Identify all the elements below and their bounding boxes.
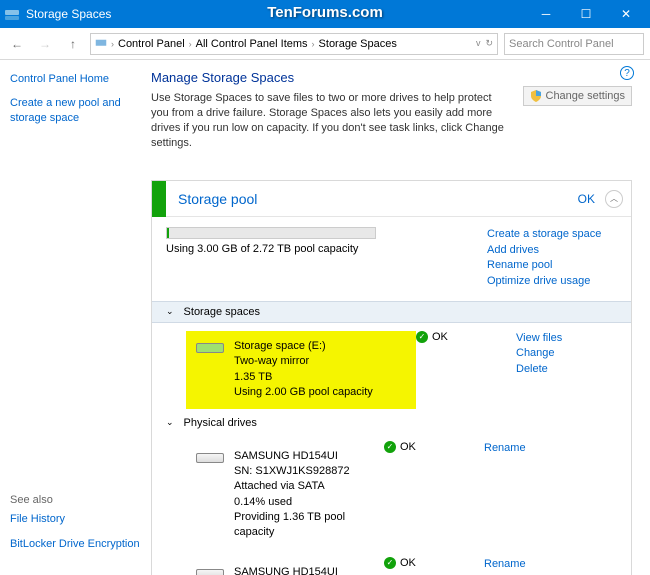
pool-status-stripe [152,181,166,217]
pool-status: OK [578,192,595,206]
drive-name: SAMSUNG HD154UI [234,449,384,464]
page-heading: Manage Storage Spaces [151,70,632,85]
pool-usage-text: Using 3.00 GB of 2.72 TB pool capacity [166,243,376,255]
forward-button[interactable]: → [34,33,56,55]
collapse-button[interactable]: ︿ [605,190,623,208]
see-also-heading: See also [10,494,140,506]
navbar: ← → ↑ › Control Panel › All Control Pane… [0,28,650,60]
breadcrumb-item[interactable]: Control Panel [118,38,185,50]
status-ok: ✓ OK [416,331,476,343]
pool-usage-bar [166,227,376,239]
sidebar-file-history-link[interactable]: File History [10,512,140,526]
physical-drives-section[interactable]: ⌄ Physical drives [152,413,631,433]
drive-attach: Attached via SATA [234,479,384,494]
optimize-link[interactable]: Optimize drive usage [487,274,617,289]
status-ok: ✓ OK [384,557,444,569]
space-type: Two-way mirror [234,354,384,369]
rename-pool-link[interactable]: Rename pool [487,258,617,273]
chevron-down-icon: ⌄ [166,417,174,428]
breadcrumb-item[interactable]: All Control Panel Items [196,38,308,50]
minimize-button[interactable]: ─ [526,0,566,28]
space-name: Storage space (E:) [234,339,384,354]
maximize-button[interactable]: ☐ [566,0,606,28]
chevron-right-icon: › [111,39,114,49]
drive-used: 0.14% used [234,495,384,510]
rename-drive-link[interactable]: Rename [484,557,526,572]
back-button[interactable]: ← [6,33,28,55]
app-icon [4,6,20,22]
sidebar-bitlocker-link[interactable]: BitLocker Drive Encryption [10,537,140,551]
add-drives-link[interactable]: Add drives [487,243,617,258]
breadcrumb-item[interactable]: Storage Spaces [319,38,397,50]
drive-sn: SN: S1XWJ1KS928872 [234,464,384,479]
drive-icon [196,569,224,575]
shield-icon [530,90,542,102]
main-content: ? Manage Storage Spaces Use Storage Spac… [145,60,650,575]
check-icon: ✓ [384,441,396,453]
breadcrumb[interactable]: › Control Panel › All Control Panel Item… [90,33,498,55]
status-ok: ✓ OK [384,441,444,453]
search-input[interactable]: Search Control Panel [504,33,644,55]
pool-header: Storage pool OK ︿ [152,181,631,217]
check-icon: ✓ [416,331,428,343]
chevron-down-icon[interactable]: v ↻ [472,38,493,49]
check-icon: ✓ [384,557,396,569]
rename-drive-link[interactable]: Rename [484,441,526,456]
storage-pool-panel: Storage pool OK ︿ Using 3.00 GB of 2.72 … [151,180,632,575]
physical-drive-item: SAMSUNG HD154UI SN: S1XWJ1KS928872 Attac… [166,441,384,549]
sidebar-create-pool-link[interactable]: Create a new pool and storage space [10,96,135,125]
titlebar: Storage Spaces ─ ☐ ✕ [0,0,650,28]
drive-prov: Providing 1.36 TB pool capacity [234,510,384,541]
physical-drive-item: SAMSUNG HD154UI SN: S1XWJ1KS928871 Attac… [166,557,384,575]
storage-spaces-section[interactable]: ⌄ Storage spaces [152,301,631,323]
page-description: Use Storage Spaces to save files to two … [151,91,511,150]
sidebar: Control Panel Home Create a new pool and… [0,60,145,575]
breadcrumb-icon [95,36,107,51]
help-icon[interactable]: ? [620,66,634,80]
space-size: 1.35 TB [234,370,384,385]
create-space-link[interactable]: Create a storage space [487,227,617,242]
delete-link[interactable]: Delete [516,362,562,377]
up-button[interactable]: ↑ [62,33,84,55]
view-files-link[interactable]: View files [516,331,562,346]
space-usage: Using 2.00 GB pool capacity [234,385,384,400]
sidebar-home-link[interactable]: Control Panel Home [10,72,135,86]
drive-icon [196,453,224,471]
chevron-right-icon: › [312,39,315,49]
chevron-right-icon: › [189,39,192,49]
change-link[interactable]: Change [516,346,562,361]
drive-name: SAMSUNG HD154UI [234,565,384,575]
pool-title: Storage pool [178,191,578,207]
change-settings-button[interactable]: Change settings [523,86,633,106]
chevron-down-icon: ⌄ [166,306,174,317]
storage-space-item[interactable]: Storage space (E:) Two-way mirror 1.35 T… [186,331,416,409]
window-title: Storage Spaces [26,7,111,21]
drive-icon [196,343,224,361]
close-button[interactable]: ✕ [606,0,646,28]
